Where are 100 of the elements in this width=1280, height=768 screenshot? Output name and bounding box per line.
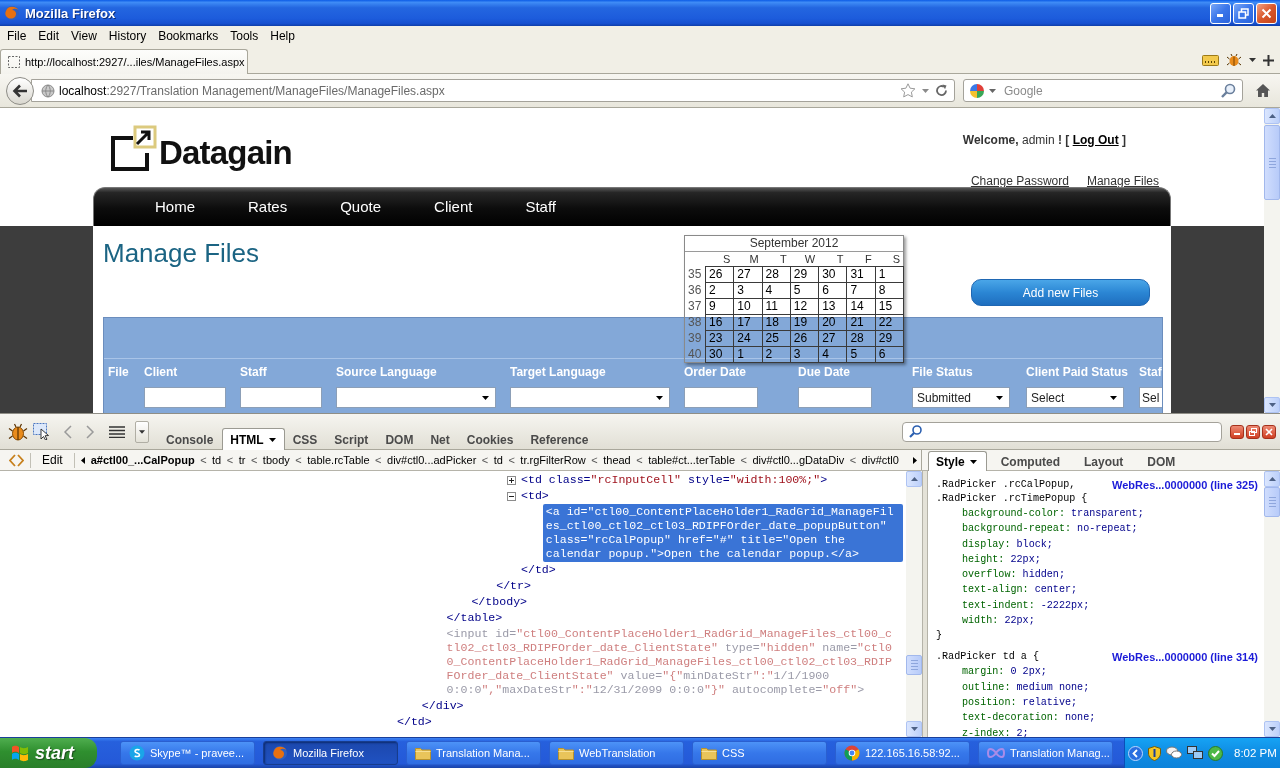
scroll-down-button[interactable] <box>1264 721 1280 737</box>
html-node[interactable]: <td class="rcInputCell" style="width:100%;"> <box>518 472 834 488</box>
breadcrumb[interactable]: table#ct...terTable <box>648 454 735 466</box>
breadcrumb[interactable]: td <box>212 454 222 466</box>
bug-icon[interactable] <box>8 422 28 441</box>
caret-left-icon[interactable] <box>80 456 85 464</box>
logout-link[interactable]: Log Out <box>1072 133 1119 147</box>
header-link[interactable]: Manage Files <box>1086 174 1159 188</box>
plus-box-icon[interactable] <box>507 475 516 485</box>
scroll-up-button[interactable] <box>1264 108 1280 124</box>
url-field[interactable]: localhost:2927/Translation Management/ManageFiles/ManageFiles.aspx <box>31 79 955 102</box>
filter-dropdown[interactable]: Select <box>1026 387 1124 408</box>
breadcrumb[interactable]: table.rcTable <box>307 454 370 466</box>
calendar-day[interactable]: 1 <box>874 266 904 283</box>
add-files-button[interactable]: Add new Files <box>971 279 1150 306</box>
search-engine-icon[interactable] <box>969 82 985 99</box>
html-closing-tag[interactable]: </div> <box>418 698 470 714</box>
filter-dropdown[interactable] <box>510 387 670 408</box>
ticket-icon[interactable] <box>1202 54 1219 66</box>
panel-tab[interactable]: CSS <box>284 428 327 450</box>
search-input[interactable]: Google <box>1000 82 1217 99</box>
scroll-down-button[interactable] <box>1264 397 1280 413</box>
nav-link[interactable]: Rates <box>248 198 288 216</box>
html-closing-tag[interactable]: </tr> <box>493 578 537 594</box>
side-panel-tab[interactable]: Computed <box>992 451 1070 471</box>
breadcrumb[interactable]: tr.rgFilterRow <box>520 454 586 466</box>
speech-bubbles-icon[interactable] <box>1166 746 1182 760</box>
start-button[interactable]: start <box>0 738 97 768</box>
panel-tab[interactable]: Console <box>158 428 223 450</box>
taskbar-button[interactable]: 122.165.16.58:92... <box>835 741 970 765</box>
scrollbar-thumb[interactable] <box>1264 487 1280 517</box>
nav-link[interactable]: Home <box>155 198 195 216</box>
inspect-icon[interactable] <box>33 423 51 440</box>
minimize-button[interactable] <box>1230 424 1244 439</box>
shield-icon[interactable] <box>1148 745 1161 761</box>
header-link[interactable]: Change Password <box>970 174 1069 188</box>
search-icon[interactable] <box>1221 83 1236 98</box>
menu-item[interactable]: View <box>65 27 103 45</box>
calendar-day[interactable]: 5 <box>846 346 876 363</box>
edit-button[interactable]: Edit <box>37 451 68 469</box>
html-closing-tag[interactable]: </td> <box>518 562 562 578</box>
calendar-day[interactable]: 3 <box>789 346 820 363</box>
calendar-day[interactable]: 1 <box>733 346 763 363</box>
filter-dropdown[interactable]: Sel <box>1139 387 1162 408</box>
browser-tab[interactable]: http://localhost:2927/...iles/ManageFiles.aspx <box>0 49 248 74</box>
reload-icon[interactable] <box>935 84 948 97</box>
breadcrumb[interactable]: td <box>493 454 503 466</box>
panel-tab[interactable]: Net <box>422 428 459 450</box>
breadcrumb[interactable]: tbody <box>262 454 290 466</box>
restore-button[interactable] <box>1233 2 1254 24</box>
firebug-search-field[interactable] <box>902 421 1222 442</box>
check-icon[interactable] <box>1208 745 1223 761</box>
source-link[interactable]: WebRes...0000000 (line 314) <box>1112 650 1258 665</box>
list-icon[interactable] <box>109 425 125 438</box>
menu-item[interactable]: Bookmarks <box>152 27 225 45</box>
chevrons-icon[interactable] <box>9 453 24 467</box>
scroll-down-button[interactable] <box>906 721 922 737</box>
taskbar-button[interactable]: Translation Manag... <box>978 741 1113 765</box>
detach-button[interactable] <box>1246 424 1260 439</box>
calendar-day[interactable]: 6 <box>874 346 904 363</box>
nav-link[interactable]: Staff <box>525 198 557 216</box>
taskbar-button[interactable]: Mozilla Firefox <box>263 741 398 765</box>
menu-item[interactable]: Edit <box>32 27 66 45</box>
minus-box-icon[interactable] <box>507 491 516 501</box>
caret-right-icon[interactable] <box>913 456 917 464</box>
panel-tab[interactable]: Cookies <box>458 428 523 450</box>
nav-link[interactable]: Quote <box>340 198 382 216</box>
taskbar-button[interactable]: CSS <box>692 741 827 765</box>
panel-tab[interactable]: DOM <box>377 428 423 450</box>
breadcrumb[interactable]: div#ctl0...adPicker <box>387 454 477 466</box>
scrollbar-thumb[interactable] <box>1264 125 1280 200</box>
network-icon[interactable] <box>1187 746 1203 760</box>
caret-down-icon[interactable] <box>1249 58 1256 62</box>
bug-icon[interactable] <box>1226 53 1242 67</box>
breadcrumb[interactable]: a#ctl00_...CalPopup <box>90 454 195 466</box>
breadcrumb[interactable]: thead <box>603 454 631 466</box>
side-panel-tab[interactable]: Layout <box>1076 451 1134 471</box>
html-closing-tag[interactable]: </tbody> <box>468 594 534 610</box>
breadcrumb[interactable]: tr <box>238 454 246 466</box>
filter-dropdown[interactable] <box>336 387 496 408</box>
menu-item[interactable]: Help <box>264 27 301 45</box>
scrollbar-thumb[interactable] <box>906 655 922 675</box>
html-closing-tag[interactable]: </td> <box>394 714 438 730</box>
menu-item[interactable]: File <box>1 27 33 45</box>
panel-tab[interactable]: Script <box>326 428 378 450</box>
html-node[interactable]: <a id="ctl00_ContentPlaceHolder1_RadGrid_ManageFiles_ctl00_ctl02_ctl03_RDIPFOrder_date_popupButton" class="rcCalPopup" href="#" title="Open the calendar popup.">Open the calendar popup.</a> <box>542 504 903 562</box>
close-button[interactable] <box>1262 424 1276 439</box>
plus-icon[interactable] <box>1263 54 1274 66</box>
taskbar-button[interactable]: WebTranslation <box>549 741 684 765</box>
calendar-day[interactable]: 30 <box>705 346 735 363</box>
scroll-up-button[interactable] <box>906 471 922 487</box>
chevron-left-icon[interactable] <box>1128 745 1143 761</box>
html-closing-tag[interactable]: </table> <box>443 610 509 626</box>
menu-item[interactable]: History <box>102 27 153 45</box>
panel-tab[interactable]: Reference <box>522 428 598 450</box>
side-panel-tab[interactable]: Style <box>928 451 987 471</box>
side-panel-tab[interactable]: DOM <box>1139 451 1186 471</box>
calendar-day[interactable]: 2 <box>761 346 791 363</box>
panel-tab[interactable]: HTML <box>222 428 285 450</box>
filter-input[interactable] <box>684 387 758 408</box>
